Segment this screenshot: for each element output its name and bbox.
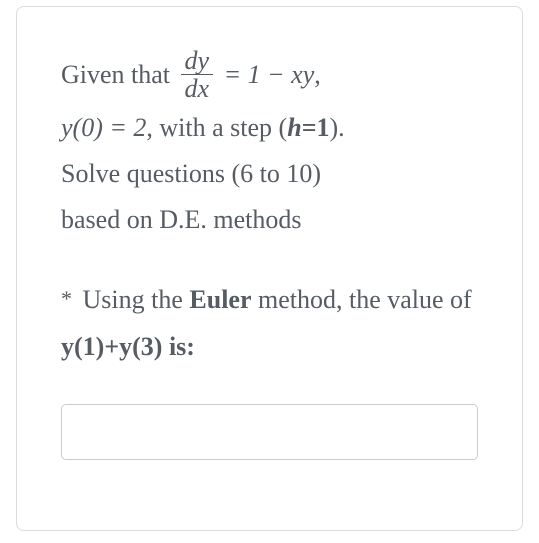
page-container: Given that dydx = 1 − xy, y(0) = 2, with…	[0, 6, 539, 543]
step-val: 1	[317, 113, 330, 142]
step-close: ).	[330, 113, 345, 142]
fraction-denominator: dx	[181, 75, 214, 102]
initial-condition: y(0) = 2	[61, 113, 146, 142]
rhs-var: xy	[291, 60, 314, 89]
answer-input[interactable]	[61, 404, 478, 460]
question-prompt: * Using the Euler method, the value of y…	[61, 277, 478, 370]
context-line4: based on D.E. methods	[61, 205, 301, 234]
question-card: Given that dydx = 1 − xy, y(0) = 2, with…	[16, 6, 523, 531]
method-name: Euler	[189, 285, 251, 314]
prompt-pre: Using the	[76, 285, 189, 314]
step-eq: =	[302, 113, 317, 142]
question-context: Given that dydx = 1 − xy, y(0) = 2, with…	[61, 49, 478, 243]
step-var: h	[287, 113, 301, 142]
equals-part: = 1 − xy	[217, 60, 314, 89]
comma: ,	[314, 60, 321, 89]
required-asterisk: *	[61, 286, 72, 311]
prompt-mid: method, the value of	[252, 285, 472, 314]
answer-input-wrap	[61, 404, 478, 460]
context-line3: Solve questions (6 to 10)	[61, 159, 321, 188]
fraction-numerator: dy	[181, 47, 214, 75]
eq-text: = 1 −	[217, 60, 291, 89]
ic-rest: , with a step (	[146, 113, 287, 142]
context-given-prefix: Given that	[61, 60, 177, 89]
prompt-target: y(1)+y(3) is:	[61, 332, 195, 361]
fraction-dy-dx: dydx	[181, 47, 214, 103]
